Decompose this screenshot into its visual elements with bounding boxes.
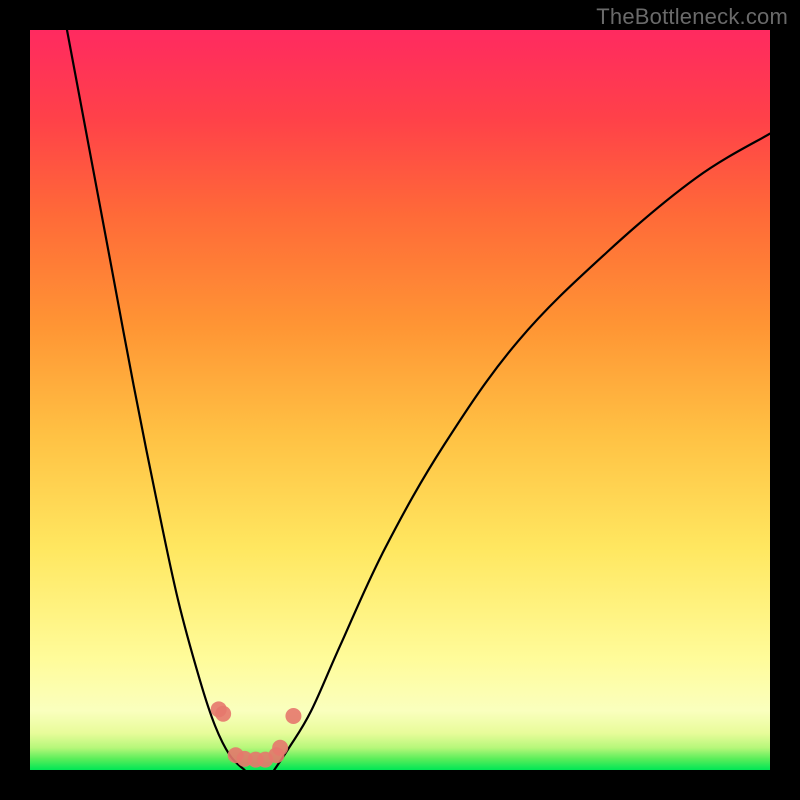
plot-area <box>30 30 770 770</box>
watermark-text: TheBottleneck.com <box>596 4 788 30</box>
marker-group <box>211 701 302 767</box>
curve-layer <box>30 30 770 770</box>
data-marker <box>215 706 231 722</box>
data-marker <box>285 708 301 724</box>
data-marker <box>272 740 288 756</box>
chart-container: TheBottleneck.com <box>0 0 800 800</box>
curve-right-arm <box>274 134 770 770</box>
curve-left-arm <box>67 30 245 770</box>
